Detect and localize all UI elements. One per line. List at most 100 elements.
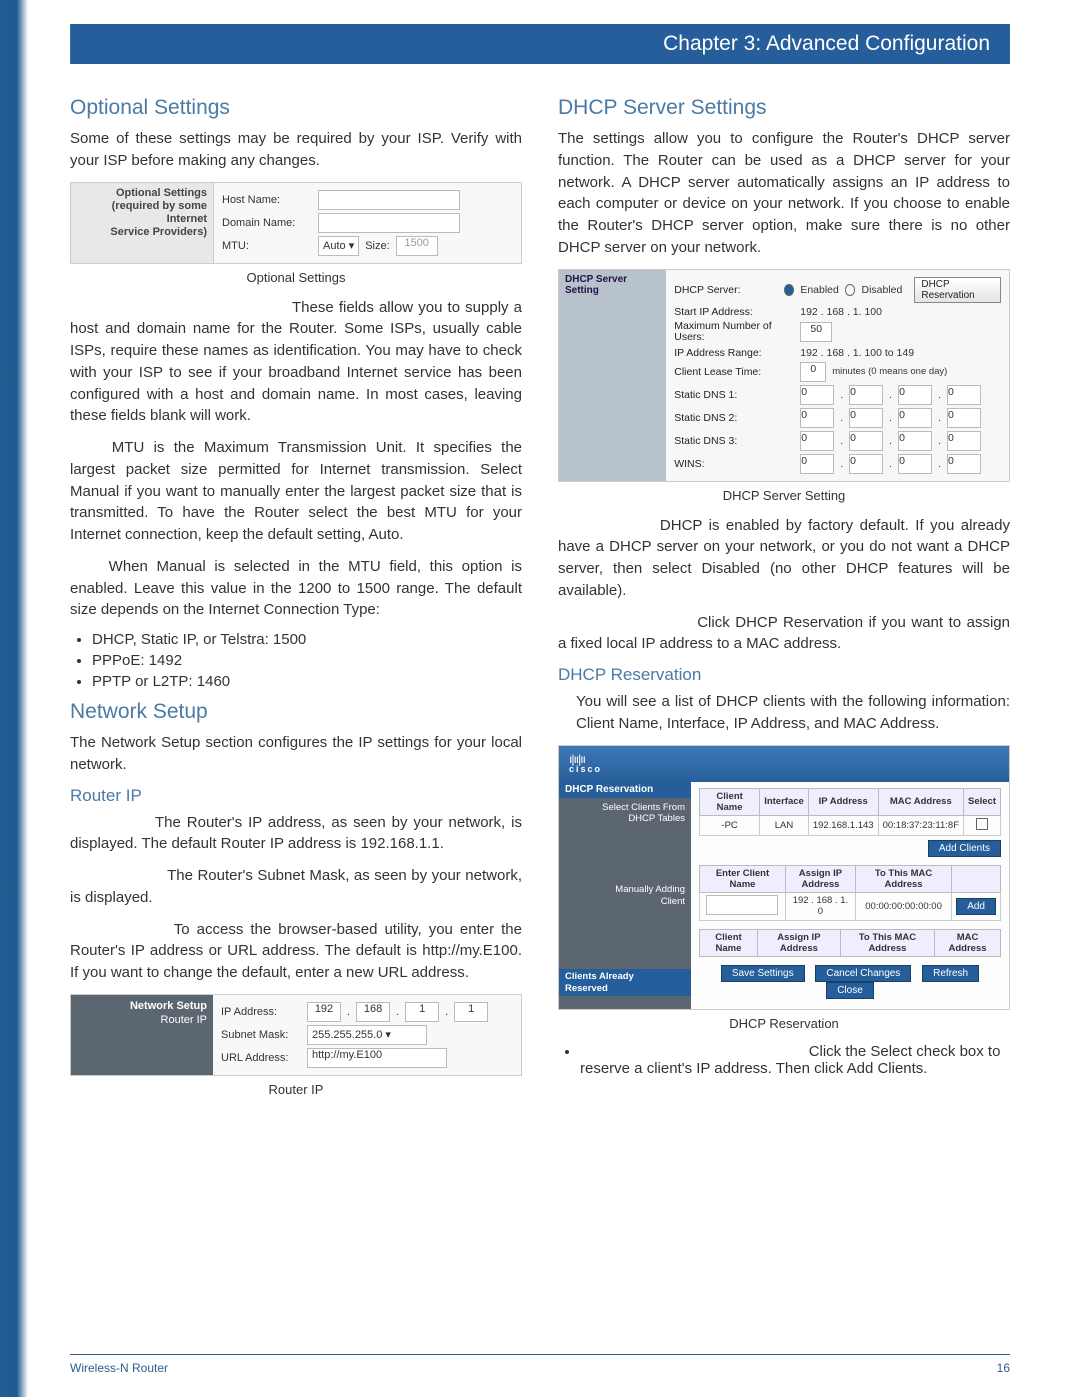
lead-dhcp-reservation: DHCP Reservation (558, 614, 692, 631)
label-disabled: Disabled (861, 284, 902, 296)
lead-url: URL Address (70, 921, 167, 938)
para-size: Size When Manual is selected in the MTU … (70, 556, 522, 621)
add-button[interactable]: Add (956, 898, 996, 915)
value-start-ip: 192 . 168 . 1. 100 (800, 306, 882, 318)
text-optional-intro: Some of these settings may be required b… (70, 128, 522, 172)
label-max-users: Maximum Number of Users: (674, 321, 794, 344)
para-dhcp-res-list: You will see a list of DHCP clients with… (576, 691, 1010, 735)
para-host-domain: Host Name and Domain Name These fields a… (70, 297, 522, 428)
input-ip-o1[interactable]: 192 (307, 1002, 341, 1022)
para-network-setup: The Network Setup section configures the… (70, 732, 522, 776)
label-mtu: MTU: (222, 240, 312, 252)
lead-ip-address: IP Address (70, 814, 149, 831)
para-ip-address: IP Address The Router's IP address, as s… (70, 812, 522, 856)
page-footer: Wireless-N Router 16 (70, 1354, 1010, 1375)
cisco-logo-icon: ı|ıı|ıı cisco (569, 753, 602, 774)
value-ip-range: 192 . 168 . 1. 100 to 149 (800, 347, 914, 359)
side-band (0, 0, 28, 1397)
caption-router-ip: Router IP (70, 1082, 522, 1097)
list-item: PPPoE: 1492 (92, 652, 522, 669)
content-columns: Optional Settings Some of these settings… (70, 92, 1010, 1347)
label-wins: WINS: (674, 458, 794, 470)
figure-optional-settings: Optional Settings (required by some Inte… (70, 182, 522, 285)
heading-dhcp-server-settings: DHCP Server Settings (558, 96, 1010, 120)
para-dhcp-server: DHCP Server DHCP is enabled by factory d… (558, 515, 1010, 602)
input-url[interactable]: http://my.E100 (307, 1048, 447, 1068)
input-dns[interactable]: 0 (800, 385, 834, 405)
select-subnet[interactable]: 255.255.255.0 ▾ (307, 1025, 427, 1045)
label-ip-range: IP Address Range: (674, 347, 794, 359)
lead-mtu: MTU (70, 439, 103, 456)
refresh-button[interactable]: Refresh (922, 965, 979, 982)
checkbox-select[interactable] (976, 818, 988, 830)
para-url: URL Address To access the browser-based … (70, 919, 522, 984)
label-subnet: Subnet Mask: (221, 1029, 301, 1041)
list-item: PPTP or L2TP: 1460 (92, 673, 522, 690)
heading-dhcp-reservation: DHCP Reservation (558, 665, 1010, 685)
add-clients-button[interactable]: Add Clients (928, 840, 1001, 857)
para-mtu: MTU MTU is the Maximum Transmission Unit… (70, 437, 522, 546)
button-row: Save Settings Cancel Changes Refresh Clo… (699, 965, 1001, 999)
figure-dhcp-label: DHCP Server Setting (559, 270, 666, 481)
heading-optional-settings: Optional Settings (70, 96, 522, 120)
label-url: URL Address: (221, 1052, 301, 1064)
radio-disabled[interactable] (845, 284, 856, 296)
lead-size: Size (70, 558, 100, 575)
heading-router-ip: Router IP (70, 786, 522, 806)
res-title: DHCP Reservation (559, 782, 691, 798)
select-mtu-mode[interactable]: Auto ▾ (318, 236, 359, 256)
label-dhcp-server: DHCP Server: (674, 284, 777, 296)
label-lease: Client Lease Time: (674, 366, 794, 378)
input-ip-o3[interactable]: 1 (405, 1002, 439, 1022)
input-size[interactable]: 1500 (396, 236, 438, 256)
input-ip-o2[interactable]: 168 (356, 1002, 390, 1022)
close-button[interactable]: Close (826, 982, 874, 999)
label-dns2: Static DNS 2: (674, 412, 794, 424)
para-dhcp-reservation: DHCP Reservation Click DHCP Reservation … (558, 612, 1010, 656)
label-size: Size: (365, 240, 389, 252)
figure-dhcp-reservation: ı|ıı|ıı cisco DHCP Reservation Select Cl… (558, 745, 1010, 1031)
lead-select-clients: Select Clients from DHCP Table (580, 1043, 805, 1060)
input-ip-o4[interactable]: 1 (454, 1002, 488, 1022)
footer-page-number: 16 (997, 1361, 1010, 1375)
caption-optional-settings: Optional Settings (70, 270, 522, 285)
heading-network-setup: Network Setup (70, 700, 522, 724)
input-lease[interactable]: 0 (800, 362, 826, 382)
label-lease-note: minutes (0 means one day) (832, 366, 947, 377)
input-max-users[interactable]: 50 (800, 322, 832, 342)
lead-host-domain: Host Name and Domain Name (70, 299, 287, 316)
cancel-changes-button[interactable]: Cancel Changes (815, 965, 911, 982)
radio-enabled[interactable] (784, 284, 795, 296)
input-host-name[interactable] (318, 190, 460, 210)
table-manual-add: Enter Client Name Assign IP Address To T… (699, 865, 1001, 921)
chapter-title: Chapter 3: Advanced Configuration (663, 32, 990, 56)
label-dns1: Static DNS 1: (674, 389, 794, 401)
lead-subnet: Subnet Mask (70, 867, 163, 884)
list-item: Select Clients from DHCP Table Click the… (580, 1043, 1010, 1077)
figure-optional-label: Optional Settings (required by some Inte… (71, 183, 214, 263)
table-dhcp-clients: Client Name Interface IP Address MAC Add… (699, 788, 1001, 836)
label-host-name: Host Name: (222, 194, 312, 206)
label-enabled: Enabled (800, 284, 839, 296)
footer-product: Wireless-N Router (70, 1361, 168, 1375)
lead-dhcp-server: DHCP Server (558, 517, 653, 534)
res-manual-label: Manually Adding Client (565, 884, 685, 907)
caption-dhcp-reservation: DHCP Reservation (558, 1016, 1010, 1031)
res-already-label: Clients Already Reserved (559, 969, 691, 996)
input-domain-name[interactable] (318, 213, 460, 233)
list-default-sizes: DHCP, Static IP, or Telstra: 1500 PPPoE:… (92, 631, 522, 690)
list-item: DHCP, Static IP, or Telstra: 1500 (92, 631, 522, 648)
label-ip-address: IP Address: (221, 1006, 301, 1018)
input-client-name[interactable] (706, 895, 778, 915)
label-start-ip: Start IP Address: (674, 306, 794, 318)
res-select-label: Select Clients From DHCP Tables (565, 802, 685, 825)
figure-routerip-title: Network Setup (77, 999, 207, 1013)
dhcp-reservation-button[interactable]: DHCP Reservation (914, 277, 1001, 303)
figure-router-ip: Network Setup Router IP IP Address: 192.… (70, 994, 522, 1097)
save-settings-button[interactable]: Save Settings (721, 965, 805, 982)
caption-dhcp-server-setting: DHCP Server Setting (558, 488, 1010, 503)
cisco-brand-bar: ı|ıı|ıı cisco (559, 746, 1009, 782)
table-already-reserved: Client Name Assign IP Address To This MA… (699, 929, 1001, 957)
figure-routerip-sub: Router IP (77, 1013, 207, 1027)
label-dns3: Static DNS 3: (674, 435, 794, 447)
